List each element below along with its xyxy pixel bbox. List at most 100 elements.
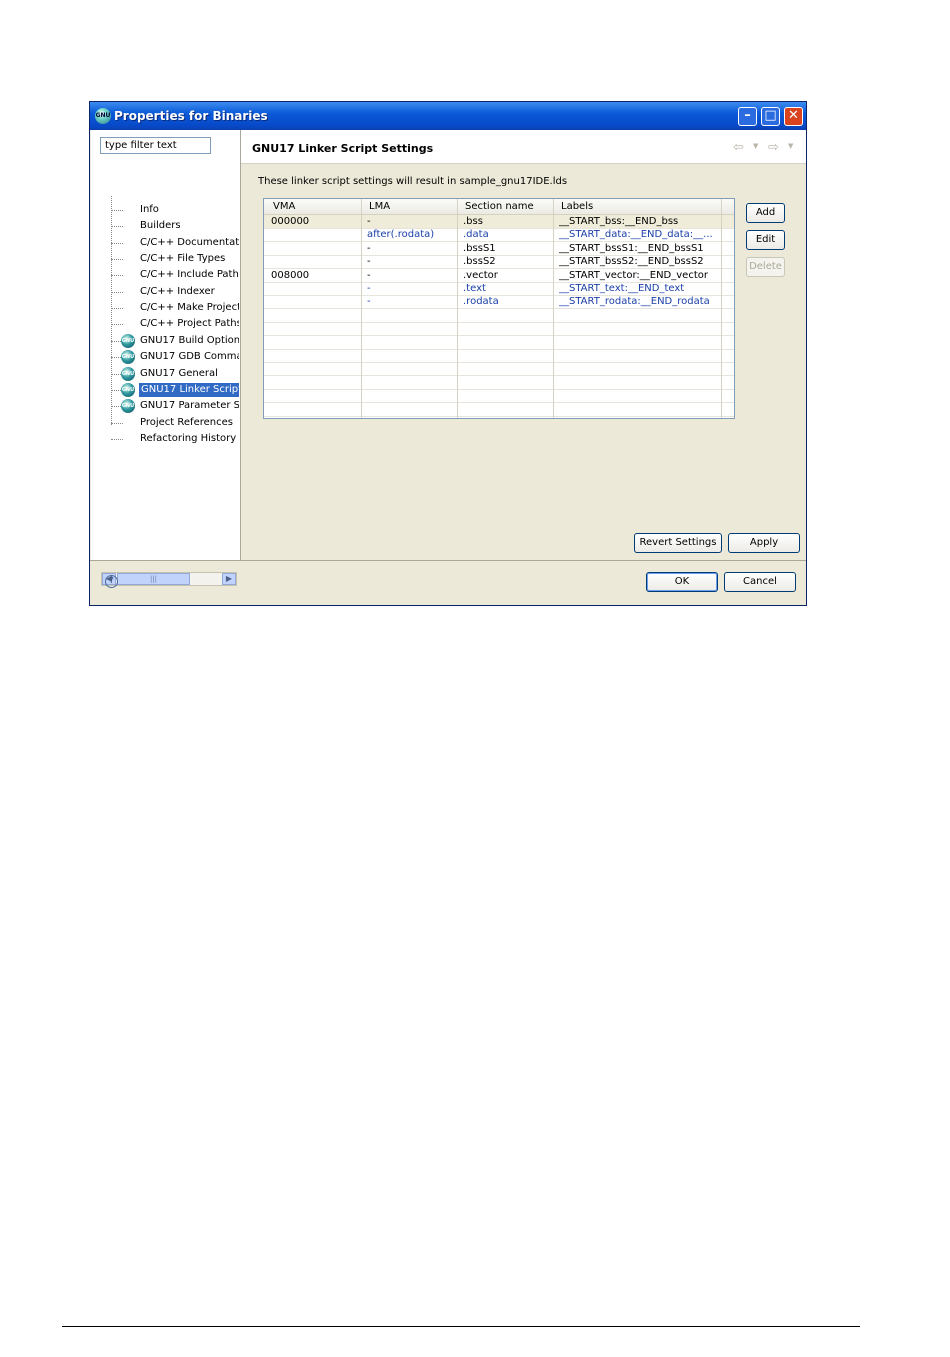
tree-connector	[111, 324, 123, 326]
dialog-divider	[90, 560, 806, 561]
cell-section: .vector	[463, 269, 498, 281]
cell-section: .bssS2	[463, 256, 496, 268]
tree-item-label: GNU17 Parameter Se	[140, 400, 239, 412]
cell-labels: __START_data:__END_data:__...	[559, 229, 713, 241]
cell-labels: __START_text:__END_text	[559, 283, 685, 294]
tree-connector	[111, 275, 123, 277]
ok-button[interactable]: OK	[646, 572, 718, 592]
info-text: These linker script settings will result…	[258, 176, 568, 187]
table-row[interactable]	[264, 336, 734, 350]
table-row[interactable]: 000000 - .bss __START_bss:__END_bss	[264, 215, 734, 229]
page-header: GNU17 Linker Script Settings ⇦ ▼ ⇨ ▼	[241, 130, 806, 164]
back-arrow-icon[interactable]: ⇦	[733, 140, 744, 155]
table-row[interactable]: after(.rodata) .data __START_data:__END_da…	[264, 228, 734, 243]
table-row[interactable]	[264, 376, 734, 390]
add-button[interactable]: Add	[746, 203, 785, 223]
tree-item[interactable]: C/C++ Project Paths	[111, 317, 239, 331]
tree-connector	[111, 242, 123, 244]
edit-button[interactable]: Edit	[746, 230, 785, 250]
tree-item-label: C/C++ Include Paths	[140, 269, 239, 281]
tree-item-label: C/C++ Make Project	[140, 302, 239, 314]
table-row[interactable]	[264, 322, 734, 337]
cell-labels: __START_bss:__END_bss	[559, 216, 679, 227]
table-row[interactable]: - .bssS2 __START_bssS2:__END_bssS2	[264, 255, 734, 270]
scroll-right-icon[interactable]: ▶	[222, 573, 236, 585]
column-header-section[interactable]: Section name	[465, 201, 534, 212]
cancel-button[interactable]: Cancel	[724, 572, 796, 592]
cell-labels: __START_rodata:__END_rodata	[559, 296, 710, 308]
column-divider	[457, 199, 458, 418]
table-row[interactable]: - .text __START_text:__END_text	[264, 282, 734, 296]
close-button[interactable]: ✕	[784, 107, 803, 126]
tree-horizontal-scrollbar[interactable]: ◀ ||| ▶	[101, 572, 237, 586]
table-row[interactable]: 008000 - .vector __START_vector:__END_vecto…	[264, 269, 734, 283]
tree-item[interactable]: Info	[111, 203, 239, 217]
property-tree-pane: type filter text Info Builders C/C++ Docum…	[91, 130, 241, 586]
cell-section: .bss	[463, 216, 483, 227]
column-header-lma[interactable]: LMA	[369, 201, 390, 212]
table-row[interactable]	[264, 349, 734, 363]
column-header-vma[interactable]: VMA	[273, 201, 295, 212]
tree-item[interactable]: GNU GNU17 Build Options	[111, 333, 239, 348]
help-icon[interactable]: ?	[105, 575, 118, 588]
tree-item-label: Project References	[140, 416, 233, 428]
linker-sections-table: VMA LMA Section name Labels 000000 - .bss _…	[263, 198, 735, 419]
cell-lma: -	[367, 269, 371, 281]
tree-item[interactable]: GNU GNU17 Parameter Se	[111, 399, 239, 414]
table-row[interactable]	[264, 362, 734, 377]
scroll-thumb[interactable]: |||	[117, 573, 190, 585]
table-row[interactable]: - .bssS1 __START_bssS1:__END_bssS1	[264, 242, 734, 256]
tree-item[interactable]: C/C++ Indexer	[111, 285, 239, 299]
tree-item[interactable]: C/C++ File Types	[111, 252, 239, 266]
cell-lma: -	[367, 242, 371, 254]
column-divider	[361, 199, 362, 418]
tree-item[interactable]: C/C++ Documentatio	[111, 236, 239, 250]
filter-input[interactable]: type filter text	[100, 137, 211, 154]
column-divider	[721, 199, 722, 418]
back-dropdown-icon[interactable]: ▼	[753, 142, 758, 150]
settings-page: GNU17 Linker Script Settings ⇦ ▼ ⇨ ▼ The…	[241, 130, 806, 560]
forward-dropdown-icon[interactable]: ▼	[788, 142, 793, 150]
tree-item[interactable]: Builders	[111, 219, 239, 233]
apply-button[interactable]: Apply	[728, 533, 800, 553]
tree-item-label: GNU17 General	[140, 367, 218, 379]
cell-section: .data	[463, 229, 489, 241]
tree-item-label: C/C++ File Types	[140, 253, 226, 265]
gnu-icon: GNU	[121, 382, 135, 397]
tree-item[interactable]: GNU GNU17 General	[111, 366, 239, 381]
title-bar[interactable]: GNU Properties for Binaries – □ ✕	[90, 102, 806, 130]
column-header-labels[interactable]: Labels	[561, 201, 593, 212]
tree-item[interactable]: GNU GNU17 Linker Script S	[111, 382, 239, 397]
tree-item-label: Refactoring History	[140, 432, 237, 444]
tree-connector	[111, 308, 123, 310]
table-row[interactable]: - .rodata __START_rodata:__END_rodata	[264, 295, 734, 310]
tree-item[interactable]: C/C++ Include Paths	[111, 268, 239, 282]
tree-item-label: GNU17 GDB Comman	[140, 351, 239, 363]
cell-labels: __START_bssS2:__END_bssS2	[559, 256, 704, 268]
table-header: VMA LMA Section name Labels	[264, 199, 734, 215]
tree-item[interactable]: C/C++ Make Project	[111, 301, 239, 315]
delete-button[interactable]: Delete	[746, 257, 785, 277]
table-row[interactable]	[264, 403, 734, 417]
gnu-icon: GNU	[121, 366, 135, 381]
forward-arrow-icon[interactable]: ⇨	[768, 140, 779, 155]
cell-labels: __START_bssS1:__END_bssS1	[559, 242, 704, 254]
tree-item-label: C/C++ Documentatio	[140, 236, 239, 248]
gnu-icon: GNU	[121, 350, 135, 365]
properties-dialog: GNU Properties for Binaries – □ ✕ type f…	[89, 101, 807, 606]
cell-labels: __START_vector:__END_vector	[559, 269, 708, 281]
cell-lma: -	[367, 296, 371, 308]
cell-section: .bssS1	[463, 242, 496, 254]
table-row[interactable]	[264, 309, 734, 323]
maximize-button[interactable]: □	[761, 107, 780, 126]
gnu-app-icon: GNU	[95, 108, 111, 124]
tree-item[interactable]: Refactoring History	[111, 432, 239, 446]
revert-settings-button[interactable]: Revert Settings	[634, 533, 722, 553]
tree-item[interactable]: GNU GNU17 GDB Comman	[111, 350, 239, 365]
cell-lma: after(.rodata)	[367, 229, 435, 241]
tree-item[interactable]: Project References	[111, 416, 239, 430]
minimize-button[interactable]: –	[738, 107, 757, 126]
tree-connector	[111, 291, 123, 293]
table-row[interactable]	[264, 389, 734, 404]
tree-connector	[111, 226, 123, 228]
